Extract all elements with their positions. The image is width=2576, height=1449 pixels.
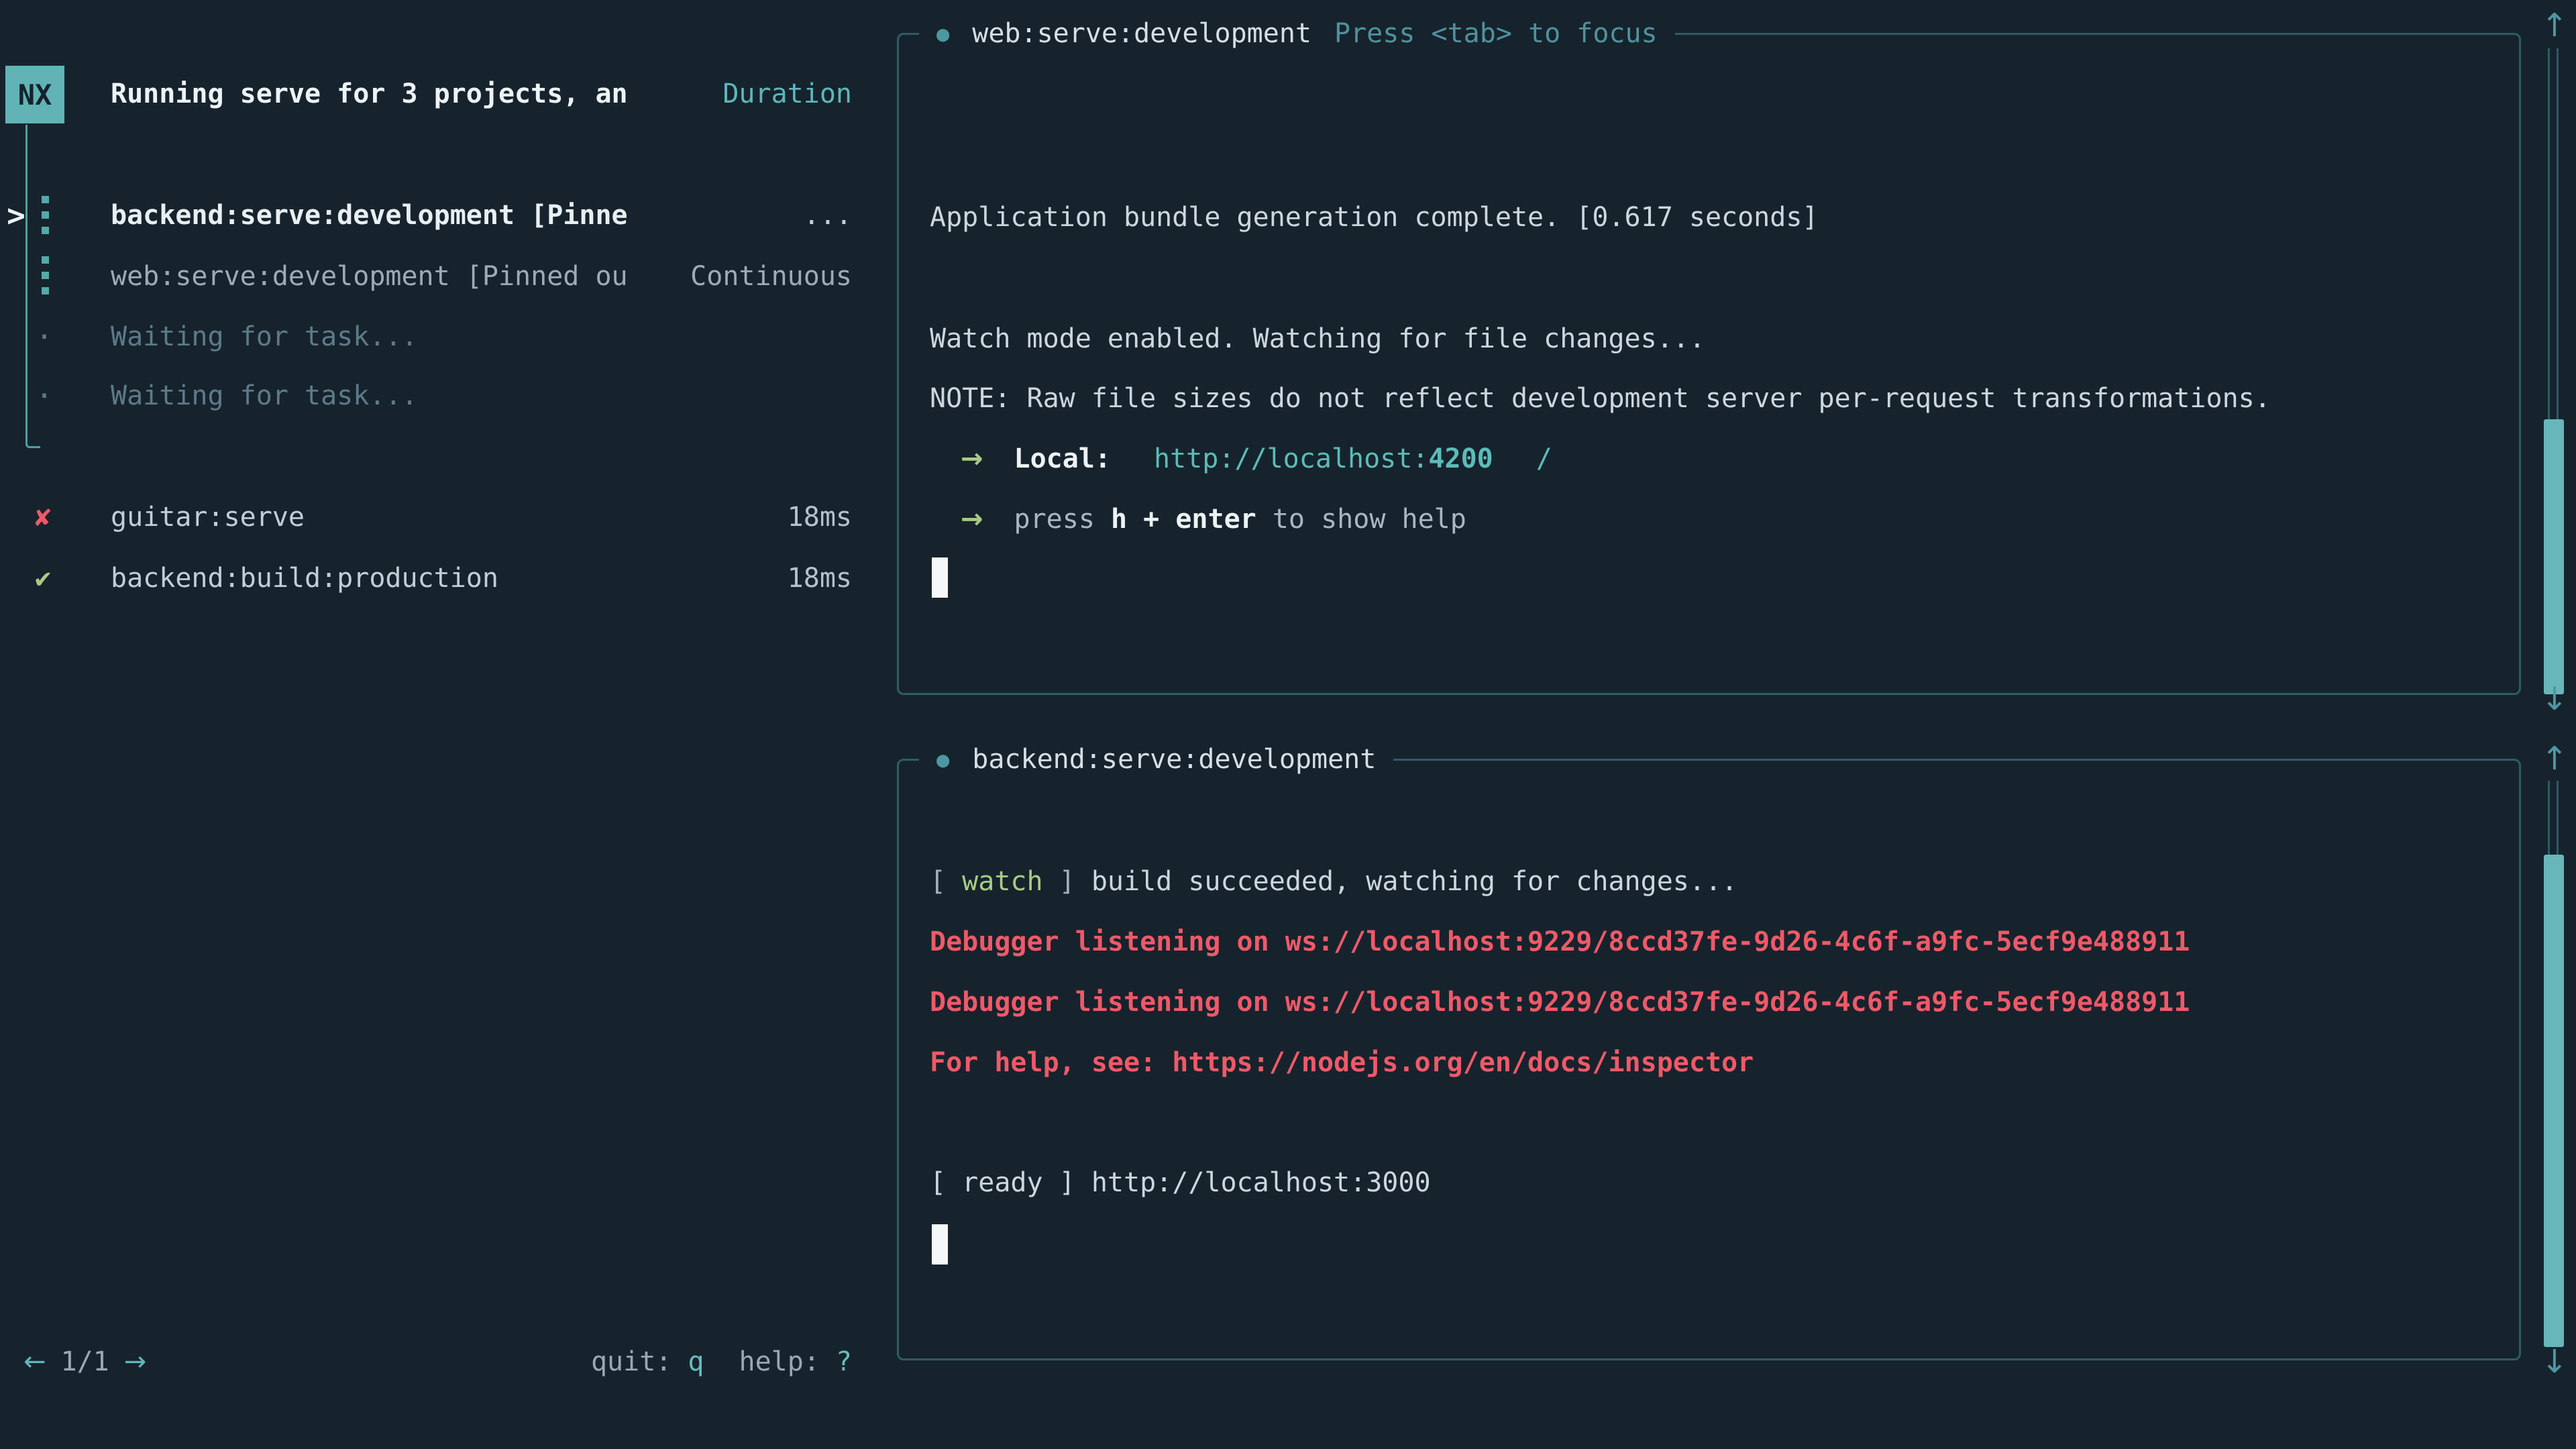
ready-url-text[interactable]: [ ready ] http://localhost:3000: [930, 1167, 1431, 1198]
terminal-line-debugger: Debugger listening on ws://localhost:922…: [930, 972, 2190, 1032]
pager-position: 1/1: [61, 1346, 109, 1377]
task-label: backend:serve:development [Pinne: [111, 200, 628, 231]
scrollbar-thumb[interactable]: [2544, 419, 2564, 694]
terminal-line-inspector-help: For help, see: https://nodejs.org/en/doc…: [930, 1032, 1754, 1093]
task-list-title: Running serve for 3 projects, an: [111, 78, 628, 109]
panel-title-dot-icon: ●: [936, 747, 949, 772]
local-url-slash[interactable]: /: [1536, 443, 1552, 474]
inspector-help-text[interactable]: For help, see: https://nodejs.org/en/doc…: [930, 1047, 1754, 1078]
terminal-line-ready: [ ready ] http://localhost:3000: [930, 1152, 1431, 1213]
bracket: [: [930, 866, 962, 897]
terminal-line-debugger: Debugger listening on ws://localhost:922…: [930, 912, 2190, 972]
note-text: NOTE: Raw file sizes do not reflect deve…: [930, 383, 2271, 414]
task-row-waiting-2[interactable]: Waiting for task...: [111, 366, 852, 426]
watch-mode-text: Watch mode enabled. Watching for file ch…: [930, 323, 1705, 354]
task-status: ...: [804, 200, 852, 231]
panel-title: backend:serve:development: [972, 744, 1376, 775]
help-hint-key: h + enter: [1111, 504, 1256, 535]
help-label: help:: [739, 1346, 819, 1377]
terminal-line: Application bundle generation complete. …: [930, 187, 1819, 248]
task-row-web-serve[interactable]: web:serve:development [Pinned ou Continu…: [111, 246, 852, 307]
keyboard-shortcuts: quit: q help: ?: [591, 1346, 852, 1377]
terminal-line-local-url: → Local: http://localhost:4200 /: [930, 429, 1552, 489]
terminal-line: Watch mode enabled. Watching for file ch…: [930, 309, 1705, 369]
terminal-line: NOTE: Raw file sizes do not reflect deve…: [930, 368, 2271, 429]
task-list-header: Running serve for 3 projects, an Duratio…: [111, 64, 852, 124]
task-label: guitar:serve: [111, 502, 305, 533]
quit-label: quit:: [591, 1346, 672, 1377]
nx-terminal-ui: NX Running serve for 3 projects, an Dura…: [0, 0, 2576, 1449]
backend-serve-output-panel[interactable]: ● backend:serve:development [ watch ] bu…: [897, 759, 2521, 1360]
terminal-line-watch-status: [ watch ] build succeeded, watching for …: [930, 851, 1737, 912]
task-waiting-dot-icon: ·: [28, 366, 60, 426]
task-label: Waiting for task...: [111, 321, 418, 352]
scrollbar-track[interactable]: [2548, 48, 2559, 419]
web-serve-output-panel[interactable]: ● web:serve:development Press <tab> to f…: [897, 33, 2521, 695]
task-failed-icon: ✘: [27, 487, 59, 547]
bracket: ]: [1043, 866, 1091, 897]
local-url-link[interactable]: http://localhost:: [1154, 443, 1428, 474]
pager-next-icon[interactable]: →: [124, 1346, 147, 1377]
task-running-spinner-icon: [42, 256, 50, 294]
watch-status-text: build succeeded, watching for changes...: [1091, 866, 1737, 897]
task-waiting-dot-icon: ·: [28, 307, 60, 367]
help-hint-pre: press: [1014, 504, 1112, 535]
scroll-down-icon[interactable]: ↓: [2534, 679, 2575, 719]
scroll-up-icon[interactable]: ↑: [2534, 5, 2575, 46]
terminal-line-help-hint: → press h + enter to show help: [930, 489, 1466, 549]
panel-focus-hint: Press <tab> to focus: [1334, 18, 1658, 49]
task-status: Continuous: [690, 261, 852, 292]
panel-title-dot-icon: ●: [936, 21, 949, 46]
task-row-backend-build[interactable]: backend:build:production 18ms: [111, 548, 852, 608]
terminal-cursor: [932, 557, 948, 598]
arrow-icon: →: [961, 443, 983, 474]
task-label: web:serve:development [Pinned ou: [111, 261, 628, 292]
quit-key: q: [688, 1346, 704, 1377]
arrow-icon: →: [961, 504, 983, 535]
terminal-cursor: [932, 1224, 948, 1265]
task-row-waiting-1[interactable]: Waiting for task...: [111, 307, 852, 367]
watch-tag: watch: [962, 866, 1042, 897]
duration-column-header: Duration: [722, 78, 852, 109]
bottom-bar: ← 1/1 → quit: q help: ?: [23, 1332, 852, 1392]
scroll-up-icon[interactable]: ↑: [2534, 739, 2575, 779]
panel-title-bar: ● web:serve:development Press <tab> to f…: [919, 13, 1675, 54]
pager-prev-icon[interactable]: ←: [23, 1346, 46, 1377]
task-label: Waiting for task...: [111, 380, 418, 411]
help-hint-post: to show help: [1256, 504, 1466, 535]
task-duration: 18ms: [788, 502, 852, 533]
panel-title: web:serve:development: [972, 18, 1311, 49]
task-success-icon: ✔: [27, 548, 59, 608]
task-row-guitar-serve[interactable]: guitar:serve 18ms: [111, 487, 852, 547]
task-duration: 18ms: [788, 563, 852, 594]
nx-logo: NX: [5, 66, 64, 123]
task-row-backend-serve[interactable]: backend:serve:development [Pinne ...: [111, 185, 852, 246]
help-key: ?: [836, 1346, 852, 1377]
scrollbar-track[interactable]: [2548, 781, 2559, 855]
selection-caret-icon: >: [0, 185, 32, 246]
bundle-complete-text: Application bundle generation complete. …: [930, 202, 1819, 233]
debugger-listening-text[interactable]: Debugger listening on ws://localhost:922…: [930, 987, 2190, 1018]
scroll-down-icon[interactable]: ↓: [2534, 1342, 2575, 1382]
local-label: Local:: [1014, 443, 1112, 474]
debugger-listening-text[interactable]: Debugger listening on ws://localhost:922…: [930, 926, 2190, 957]
task-running-spinner-icon: [42, 196, 50, 234]
scrollbar-thumb[interactable]: [2544, 855, 2564, 1347]
local-port[interactable]: 4200: [1428, 443, 1493, 474]
panel-title-bar: ● backend:serve:development: [919, 739, 1393, 780]
task-label: backend:build:production: [111, 563, 498, 594]
